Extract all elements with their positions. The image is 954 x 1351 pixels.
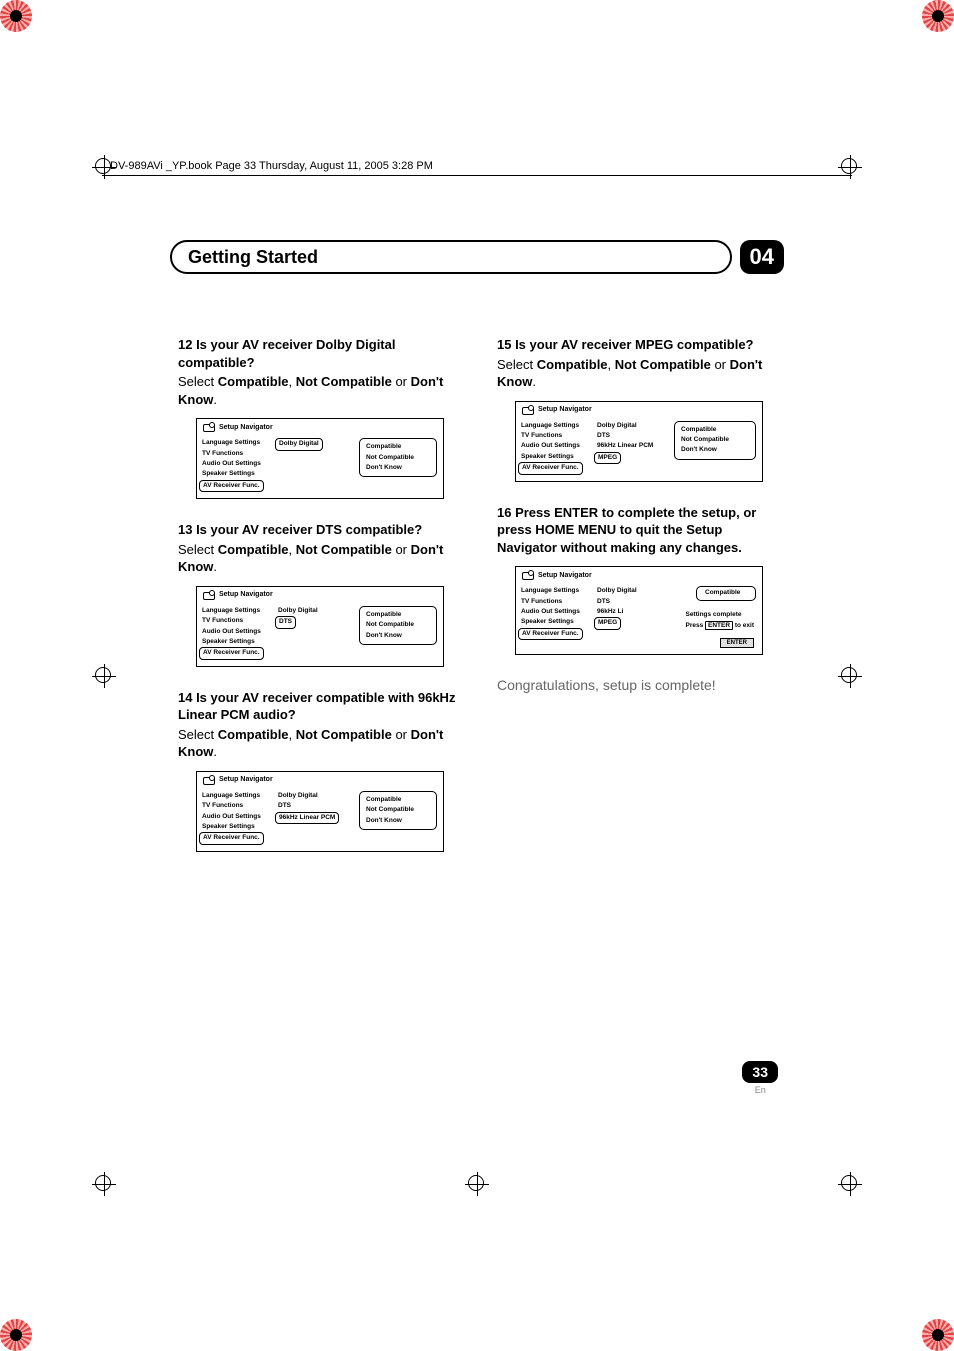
nav-box-15: Setup Navigator Language SettingsTV Func… <box>515 401 763 482</box>
page-footer: 33 En <box>742 1061 778 1095</box>
nav-options: CompatibleNot CompatibleDon't Know <box>359 606 437 645</box>
nav-title: Setup Navigator <box>538 406 592 413</box>
reg-mark-bl <box>0 1319 32 1351</box>
nav-options: CompatibleNot CompatibleDon't Know <box>674 421 756 460</box>
enter-button[interactable]: ENTER <box>720 638 754 648</box>
left-column: 12 Is your AV receiver Dolby Digital com… <box>178 336 465 874</box>
crosshair-left <box>92 664 116 688</box>
crosshair-bottom <box>465 1172 489 1196</box>
nav-mid-list: Dolby DigitalDTS96kHz Linear PCMMPEG <box>597 421 665 475</box>
nav-options-single: Compatible <box>696 586 756 600</box>
nav-left-list: Language SettingsTV FunctionsAudio Out S… <box>202 606 274 660</box>
step-12-title: 12 Is your AV receiver Dolby Digital com… <box>178 336 465 371</box>
nav-icon <box>203 775 215 785</box>
reg-mark-tl <box>0 0 32 32</box>
nav-box-13: Setup Navigator Language SettingsTV Func… <box>196 586 444 667</box>
nav-options: CompatibleNot CompatibleDon't Know <box>359 791 437 830</box>
nav-complete-msg: Settings complete Press ENTER to exit <box>685 610 754 631</box>
nav-mid-list: Dolby DigitalDTS <box>278 606 346 660</box>
nav-box-12: Setup Navigator Language SettingsTV Func… <box>196 418 444 499</box>
nav-icon <box>203 422 215 432</box>
step-12-body: Select Compatible, Not Compatible or Don… <box>178 373 465 408</box>
step-15-body: Select Compatible, Not Compatible or Don… <box>497 356 784 391</box>
reg-mark-br <box>922 1319 954 1351</box>
nav-options: CompatibleNot CompatibleDon't Know <box>359 438 437 477</box>
nav-mid-list: Dolby DigitalDTS96kHz LiMPEG <box>597 586 665 648</box>
page-number: 33 <box>742 1061 778 1083</box>
nav-title: Setup Navigator <box>538 572 592 579</box>
chapter-badge: 04 <box>740 240 784 274</box>
nav-icon <box>522 405 534 415</box>
header-rule <box>102 175 852 176</box>
step-15-title: 15 Is your AV receiver MPEG compatible? <box>497 336 784 354</box>
section-title: Getting Started <box>170 240 732 274</box>
crosshair-right <box>838 664 862 688</box>
crosshair-br <box>838 1172 862 1196</box>
section-header: Getting Started 04 <box>170 240 784 274</box>
crosshair-bl <box>92 1172 116 1196</box>
nav-left-list: Language SettingsTV FunctionsAudio Out S… <box>521 586 593 648</box>
step-14-title: 14 Is your AV receiver compatible with 9… <box>178 689 465 724</box>
step-14-body: Select Compatible, Not Compatible or Don… <box>178 726 465 761</box>
page-lang: En <box>742 1085 778 1095</box>
book-page-header: DV-989AVi _YP.book Page 33 Thursday, Aug… <box>110 160 433 172</box>
nav-title: Setup Navigator <box>219 776 273 783</box>
nav-icon <box>203 590 215 600</box>
nav-left-list: Language SettingsTV FunctionsAudio Out S… <box>521 421 593 475</box>
nav-title: Setup Navigator <box>219 424 273 431</box>
reg-mark-tr <box>922 0 954 32</box>
nav-mid-list: Dolby DigitalDTS96kHz Linear PCM <box>278 791 346 845</box>
step-13-title: 13 Is your AV receiver DTS compatible? <box>178 521 465 539</box>
nav-left-list: Language SettingsTV FunctionsAudio Out S… <box>202 438 274 492</box>
nav-title: Setup Navigator <box>219 591 273 598</box>
right-column: 15 Is your AV receiver MPEG compatible? … <box>497 336 784 874</box>
step-16-title: 16 Press ENTER to complete the setup, or… <box>497 504 784 557</box>
nav-icon <box>522 570 534 580</box>
nav-box-16: Setup Navigator Language SettingsTV Func… <box>515 566 763 655</box>
nav-mid-list: Dolby Digital <box>278 438 346 492</box>
congrats-text: Congratulations, setup is complete! <box>497 677 784 693</box>
step-13-body: Select Compatible, Not Compatible or Don… <box>178 541 465 576</box>
nav-left-list: Language SettingsTV FunctionsAudio Out S… <box>202 791 274 845</box>
nav-box-14: Setup Navigator Language SettingsTV Func… <box>196 771 444 852</box>
